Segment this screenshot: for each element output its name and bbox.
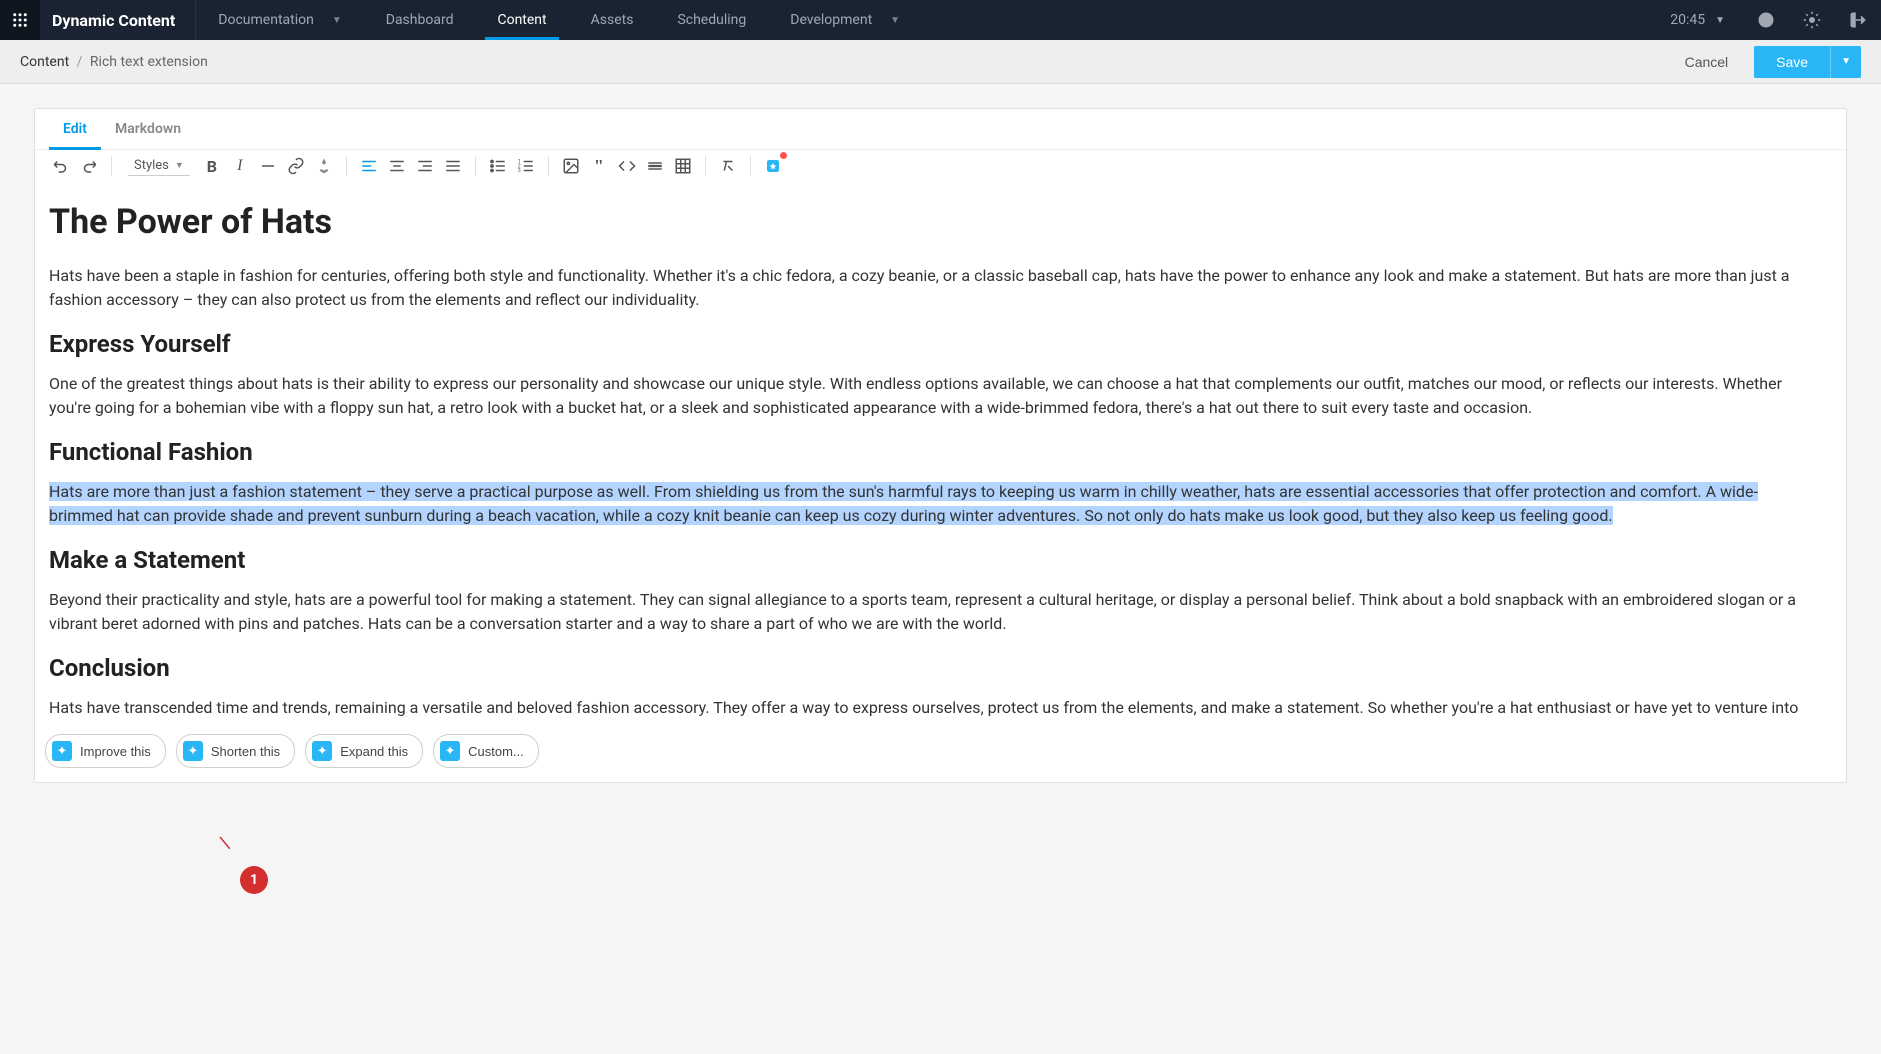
styles-label: Styles (134, 158, 169, 173)
annotation-arrow-icon (212, 831, 230, 849)
editor-card: Edit Markdown Styles ▼ B I 123 " (34, 108, 1847, 783)
doc-heading-1[interactable]: The Power of Hats (49, 202, 1812, 242)
ai-shorten-button[interactable]: ✦ Shorten this (176, 734, 295, 768)
table-icon[interactable] (671, 154, 695, 178)
undo-icon[interactable] (49, 154, 73, 178)
ai-button-label: Expand this (340, 744, 408, 759)
chevron-down-icon: ▼ (175, 160, 184, 171)
ai-button-label: Custom... (468, 744, 524, 759)
settings-icon[interactable] (1789, 0, 1835, 40)
editor-toolbar: Styles ▼ B I 123 " (35, 150, 1846, 186)
editor-mode-tabs: Edit Markdown (35, 109, 1846, 150)
code-icon[interactable] (615, 154, 639, 178)
ai-actions-row: ✦ Improve this ✦ Shorten this ✦ Expand t… (35, 722, 1846, 782)
save-dropdown-button[interactable]: ▼ (1830, 46, 1861, 78)
ai-custom-button[interactable]: ✦ Custom... (433, 734, 539, 768)
align-right-icon[interactable] (413, 154, 437, 178)
doc-paragraph[interactable]: Hats have been a staple in fashion for c… (49, 264, 1812, 312)
anchor-icon[interactable] (312, 154, 336, 178)
breadcrumb-separator: / (77, 54, 83, 70)
save-button[interactable]: Save (1754, 46, 1830, 78)
time-value: 20:45 (1670, 12, 1705, 28)
doc-paragraph[interactable]: Beyond their practicality and style, hat… (49, 588, 1812, 636)
help-icon[interactable] (1743, 0, 1789, 40)
breadcrumb-root[interactable]: Content (20, 54, 69, 70)
ai-sparkle-icon: ✦ (183, 741, 203, 761)
horizontal-rule-icon[interactable] (643, 154, 667, 178)
align-left-icon[interactable] (357, 154, 381, 178)
chevron-down-icon: ▼ (332, 15, 342, 26)
apps-menu-icon[interactable] (0, 0, 40, 40)
align-justify-icon[interactable] (441, 154, 465, 178)
ai-sparkle-icon: ✦ (52, 741, 72, 761)
ai-button-label: Improve this (80, 744, 151, 759)
breadcrumb: Content / Rich text extension (20, 54, 208, 70)
top-navbar: Dynamic Content Documentation ▼ Dashboar… (0, 0, 1881, 40)
svg-text:3: 3 (518, 168, 521, 174)
logout-icon[interactable] (1835, 0, 1881, 40)
editor-content-area[interactable]: The Power of Hats Hats have been a stapl… (35, 186, 1846, 722)
doc-heading-2[interactable]: Conclusion (49, 654, 1812, 682)
cancel-button[interactable]: Cancel (1669, 46, 1745, 78)
nav-documentation[interactable]: Documentation ▼ (196, 0, 363, 40)
ai-button-label: Shorten this (211, 744, 280, 759)
nav-scheduling[interactable]: Scheduling (655, 0, 768, 40)
link-icon[interactable] (284, 154, 308, 178)
nav-label: Scheduling (677, 12, 746, 28)
time-display[interactable]: 20:45 ▼ (1656, 0, 1739, 40)
styles-dropdown[interactable]: Styles ▼ (128, 156, 190, 176)
nav-assets[interactable]: Assets (569, 0, 656, 40)
nav-content[interactable]: Content (475, 0, 568, 40)
doc-heading-2[interactable]: Functional Fashion (49, 438, 1812, 466)
selected-text: Hats are more than just a fashion statem… (49, 482, 1758, 525)
doc-paragraph-selected[interactable]: Hats are more than just a fashion statem… (49, 480, 1812, 528)
redo-icon[interactable] (77, 154, 101, 178)
clear-format-icon[interactable] (716, 154, 740, 178)
breadcrumb-current: Rich text extension (90, 54, 208, 70)
italic-icon[interactable]: I (228, 154, 252, 178)
ai-sparkle-icon: ✦ (440, 741, 460, 761)
annotation-badge: 1 (240, 866, 268, 894)
chevron-down-icon: ▼ (1715, 15, 1725, 26)
align-center-icon[interactable] (385, 154, 409, 178)
nav-label: Documentation (218, 12, 314, 28)
notification-dot-icon (780, 152, 787, 159)
nav-label: Dashboard (386, 12, 454, 28)
nav-label: Assets (591, 12, 634, 28)
tab-markdown[interactable]: Markdown (101, 109, 195, 149)
blockquote-icon[interactable]: " (587, 154, 611, 178)
nav-development[interactable]: Development ▼ (768, 0, 922, 40)
doc-heading-2[interactable]: Express Yourself (49, 330, 1812, 358)
doc-paragraph[interactable]: Hats have transcended time and trends, r… (49, 696, 1812, 722)
brand-label: Dynamic Content (40, 0, 196, 40)
nav-dashboard[interactable]: Dashboard (364, 0, 476, 40)
nav-label: Development (790, 12, 872, 28)
chevron-down-icon: ▼ (890, 15, 900, 26)
strikethrough-icon[interactable] (256, 154, 280, 178)
nav-label: Content (497, 12, 546, 28)
doc-heading-2[interactable]: Make a Statement (49, 546, 1812, 574)
breadcrumb-bar: Content / Rich text extension Cancel Sav… (0, 40, 1881, 84)
doc-paragraph[interactable]: One of the greatest things about hats is… (49, 372, 1812, 420)
ordered-list-icon[interactable]: 123 (514, 154, 538, 178)
image-icon[interactable] (559, 154, 583, 178)
ai-improve-button[interactable]: ✦ Improve this (45, 734, 166, 768)
tab-edit[interactable]: Edit (49, 109, 101, 149)
ai-assist-icon[interactable] (761, 154, 785, 178)
ai-expand-button[interactable]: ✦ Expand this (305, 734, 423, 768)
bullet-list-icon[interactable] (486, 154, 510, 178)
bold-icon[interactable]: B (200, 154, 224, 178)
ai-sparkle-icon: ✦ (312, 741, 332, 761)
